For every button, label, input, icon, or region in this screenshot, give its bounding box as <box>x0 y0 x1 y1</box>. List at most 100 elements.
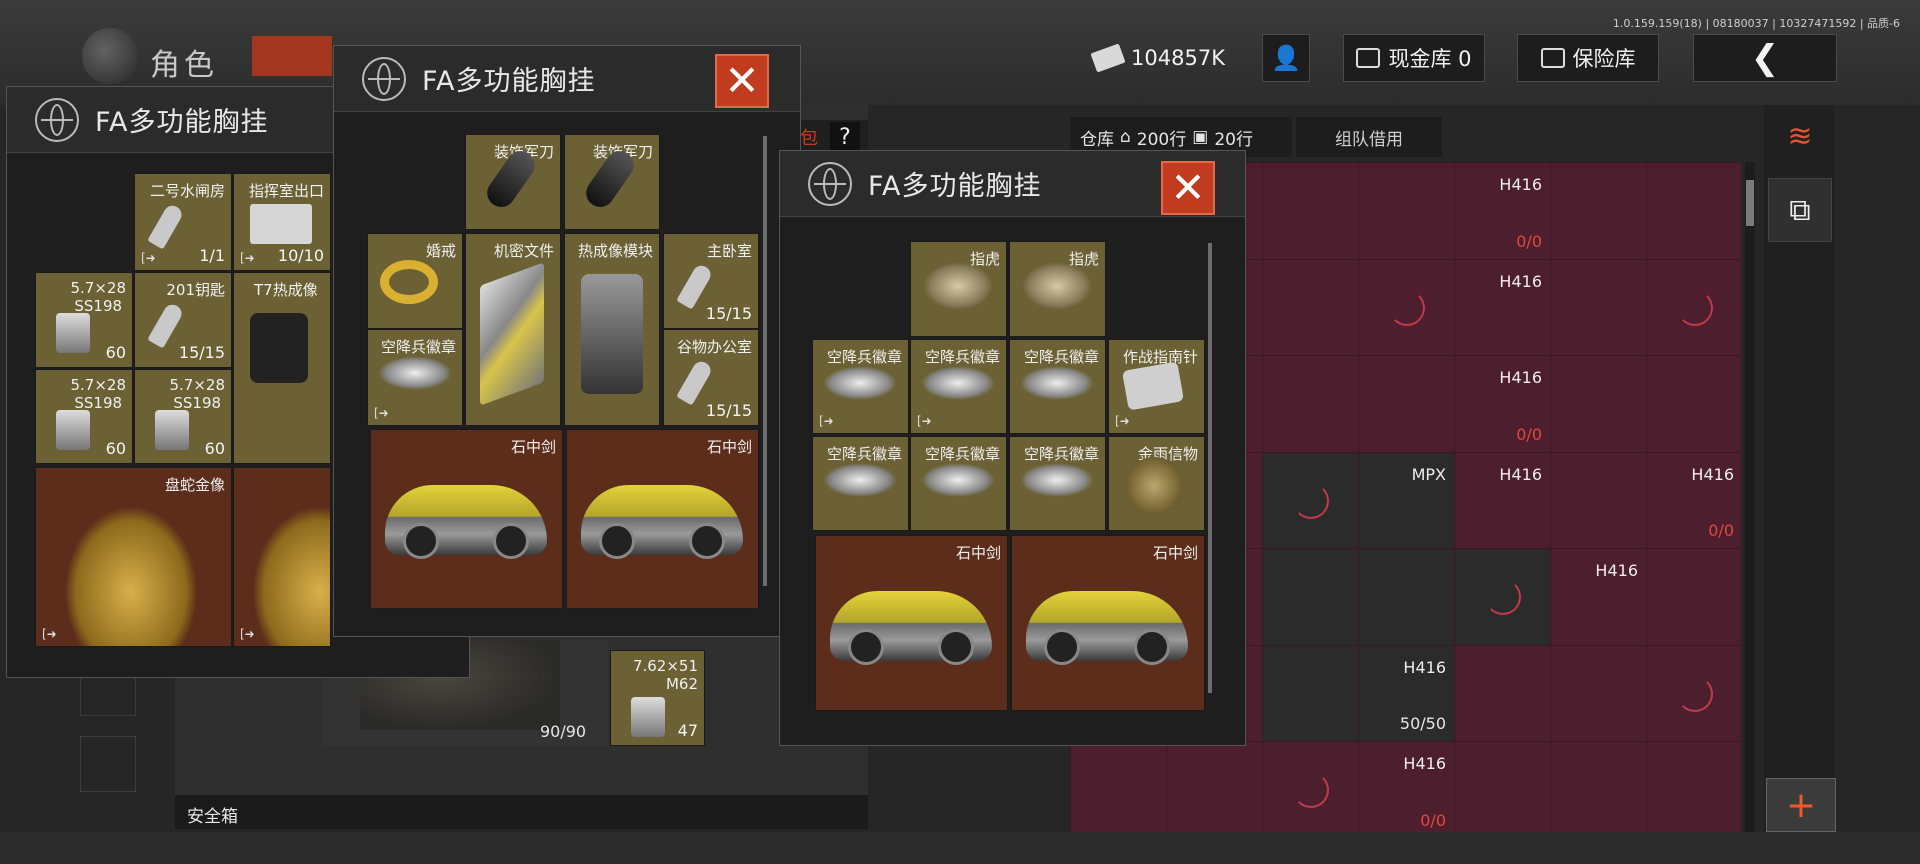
loading-ring-icon <box>1293 482 1329 519</box>
warehouse-slot[interactable] <box>1455 742 1550 832</box>
warehouse-slot[interactable] <box>1551 452 1646 548</box>
window-scrollbar[interactable] <box>763 136 767 586</box>
paratrooper-badge-icon <box>823 366 897 400</box>
item-window-3[interactable]: FA多功能胸挂 ✕ 指虎 指虎 空降兵徽章 [➜ 空降兵徽章 [➜ 空降兵徽章 … <box>779 150 1246 746</box>
insurance-vault-button[interactable]: 保险库 <box>1517 34 1659 82</box>
cash-vault-label: 现金库 0 <box>1388 47 1472 71</box>
item-name: 指挥室出口 <box>248 182 324 200</box>
warehouse-scrollbar[interactable] <box>1745 162 1755 832</box>
paratrooper-badge-icon <box>823 463 897 497</box>
inventory-item[interactable]: 婚戒 <box>367 233 463 329</box>
warehouse-slot[interactable] <box>1263 452 1358 548</box>
inventory-item[interactable]: 作战指南针 [➜ <box>1108 339 1205 434</box>
inventory-item[interactable]: 指虎 <box>1009 241 1106 337</box>
inventory-item[interactable]: [➜ <box>233 467 331 647</box>
inventory-item[interactable]: 空降兵徽章 [➜ <box>910 339 1007 434</box>
warehouse-slot[interactable] <box>1071 742 1166 832</box>
window-scrollbar[interactable] <box>1208 243 1212 693</box>
slot[interactable] <box>80 736 136 792</box>
warehouse-slot[interactable] <box>1647 356 1741 452</box>
inventory-item[interactable]: 空降兵徽章 [➜ <box>812 339 909 434</box>
inventory-item[interactable]: 热成像模块 <box>564 233 660 426</box>
warehouse-slot[interactable] <box>1551 356 1646 452</box>
warehouse-slot[interactable]: MPX <box>1359 452 1454 548</box>
inventory-item[interactable]: 谷物办公室 15/15 <box>663 329 759 426</box>
warehouse-slot[interactable] <box>1647 259 1741 355</box>
close-button[interactable]: ✕ <box>715 54 769 108</box>
inventory-item[interactable]: 机密文件 <box>465 233 561 426</box>
inventory-item[interactable]: 装饰军刀 <box>564 134 660 230</box>
warehouse-slot[interactable] <box>1551 742 1646 832</box>
back-button[interactable]: ❮ <box>1693 34 1837 82</box>
inventory-item[interactable]: 金雨信物 <box>1108 436 1205 531</box>
warehouse-slot[interactable] <box>1647 742 1741 832</box>
role-title[interactable]: 角色 <box>150 40 218 84</box>
inventory-item[interactable]: 空降兵徽章 <box>910 436 1007 531</box>
warehouse-slot[interactable] <box>1455 549 1550 645</box>
warehouse-slot[interactable]: H416 0/0 <box>1359 742 1454 832</box>
warehouse-slot[interactable] <box>1359 356 1454 452</box>
inventory-item[interactable]: 空降兵徽章 <box>812 436 909 531</box>
warehouse-slot[interactable]: 50/50 H416 <box>1359 645 1454 741</box>
layer-download-icon[interactable]: ⧉ <box>1768 178 1832 242</box>
contact-button[interactable]: 👤 <box>1262 34 1310 82</box>
inventory-item[interactable]: 二号水闸房 [➜ 1/1 <box>134 173 232 271</box>
inventory-item[interactable]: 石中剑 <box>1011 535 1205 711</box>
warehouse-slot[interactable]: H416 <box>1551 549 1646 645</box>
warehouse-slot[interactable] <box>1551 645 1646 741</box>
item-name: 二号水闸房 <box>149 182 225 200</box>
warehouse-slot[interactable] <box>1263 259 1358 355</box>
safebox-bar[interactable]: 安全箱 <box>175 795 868 829</box>
rows-a: 200行 <box>1136 129 1187 150</box>
warehouse-slot[interactable] <box>1263 742 1358 832</box>
warehouse-slot[interactable]: H416 0/0 <box>1455 163 1550 259</box>
add-button[interactable]: + <box>1766 778 1836 832</box>
warehouse-slot[interactable] <box>1167 742 1262 832</box>
warehouse-slot[interactable] <box>1647 549 1741 645</box>
inventory-item[interactable]: 石中剑 <box>815 535 1008 711</box>
inventory-item[interactable]: 空降兵徽章 <box>1009 339 1106 434</box>
inventory-item[interactable]: 石中剑 <box>566 429 759 609</box>
inventory-item[interactable]: 石中剑 <box>370 429 563 609</box>
inventory-item[interactable]: 装饰军刀 <box>465 134 561 230</box>
inventory-item[interactable]: T7热成像 <box>233 272 331 464</box>
close-button[interactable]: ✕ <box>1161 161 1215 215</box>
inventory-item[interactable]: 5.7×28 SS198 60 <box>35 369 133 464</box>
ammo-item[interactable]: 7.62×51 M62 47 <box>610 650 705 746</box>
warehouse-slot[interactable]: H416 <box>1455 259 1550 355</box>
inventory-item[interactable]: 5.7×28 SS198 60 <box>35 272 133 368</box>
inventory-item[interactable]: 空降兵徽章 <box>1009 436 1106 531</box>
warehouse-slot[interactable] <box>1455 645 1550 741</box>
warehouse-slot[interactable] <box>1647 163 1741 259</box>
warehouse-slot[interactable]: H416 0/0 <box>1455 356 1550 452</box>
tab-active[interactable] <box>252 36 332 76</box>
warehouse-slot[interactable] <box>1551 163 1646 259</box>
cash-vault-button[interactable]: 现金库 0 <box>1343 34 1485 82</box>
money-value: 104857K <box>1131 46 1225 70</box>
inventory-item[interactable]: 空降兵徽章 [➜ <box>367 329 463 426</box>
warehouse-slot[interactable] <box>1647 645 1741 741</box>
warehouse-slot[interactable] <box>1551 259 1646 355</box>
warehouse-slot[interactable] <box>1359 163 1454 259</box>
warehouse-slot[interactable] <box>1263 549 1358 645</box>
scrollbar-thumb[interactable] <box>1746 180 1754 226</box>
item-window-2[interactable]: FA多功能胸挂 ✕ 装饰军刀 装饰军刀 婚戒 机密文件 热成像模块 主卧室 15… <box>333 45 801 637</box>
warehouse-slot[interactable] <box>1359 259 1454 355</box>
loading-ring-icon <box>1389 289 1425 326</box>
warehouse-slot[interactable] <box>1263 356 1358 452</box>
inventory-item[interactable]: 201钥匙 15/15 <box>134 272 232 368</box>
inventory-item[interactable]: 盘蛇金像 [➜ <box>35 467 232 647</box>
warehouse-slot[interactable]: H416 <box>1455 452 1550 548</box>
inventory-item[interactable]: 5.7×28 SS198 60 <box>134 369 232 464</box>
warehouse-slot[interactable] <box>1263 163 1358 259</box>
warehouse-slot[interactable] <box>1263 645 1358 741</box>
tab-team-borrow[interactable]: 组队借用 <box>1296 117 1442 157</box>
stack-refresh-icon[interactable]: ≋ <box>1768 104 1832 168</box>
warehouse-slot[interactable] <box>1359 549 1454 645</box>
inventory-item[interactable]: 主卧室 15/15 <box>663 233 759 329</box>
help-button[interactable]: ? <box>830 122 860 152</box>
item-name: 石中剑 <box>510 438 556 456</box>
inventory-item[interactable]: 指虎 <box>910 241 1007 337</box>
warehouse-slot[interactable]: H416 0/0 <box>1647 452 1741 548</box>
inventory-item[interactable]: 指挥室出口 [➜ 10/10 <box>233 173 331 271</box>
